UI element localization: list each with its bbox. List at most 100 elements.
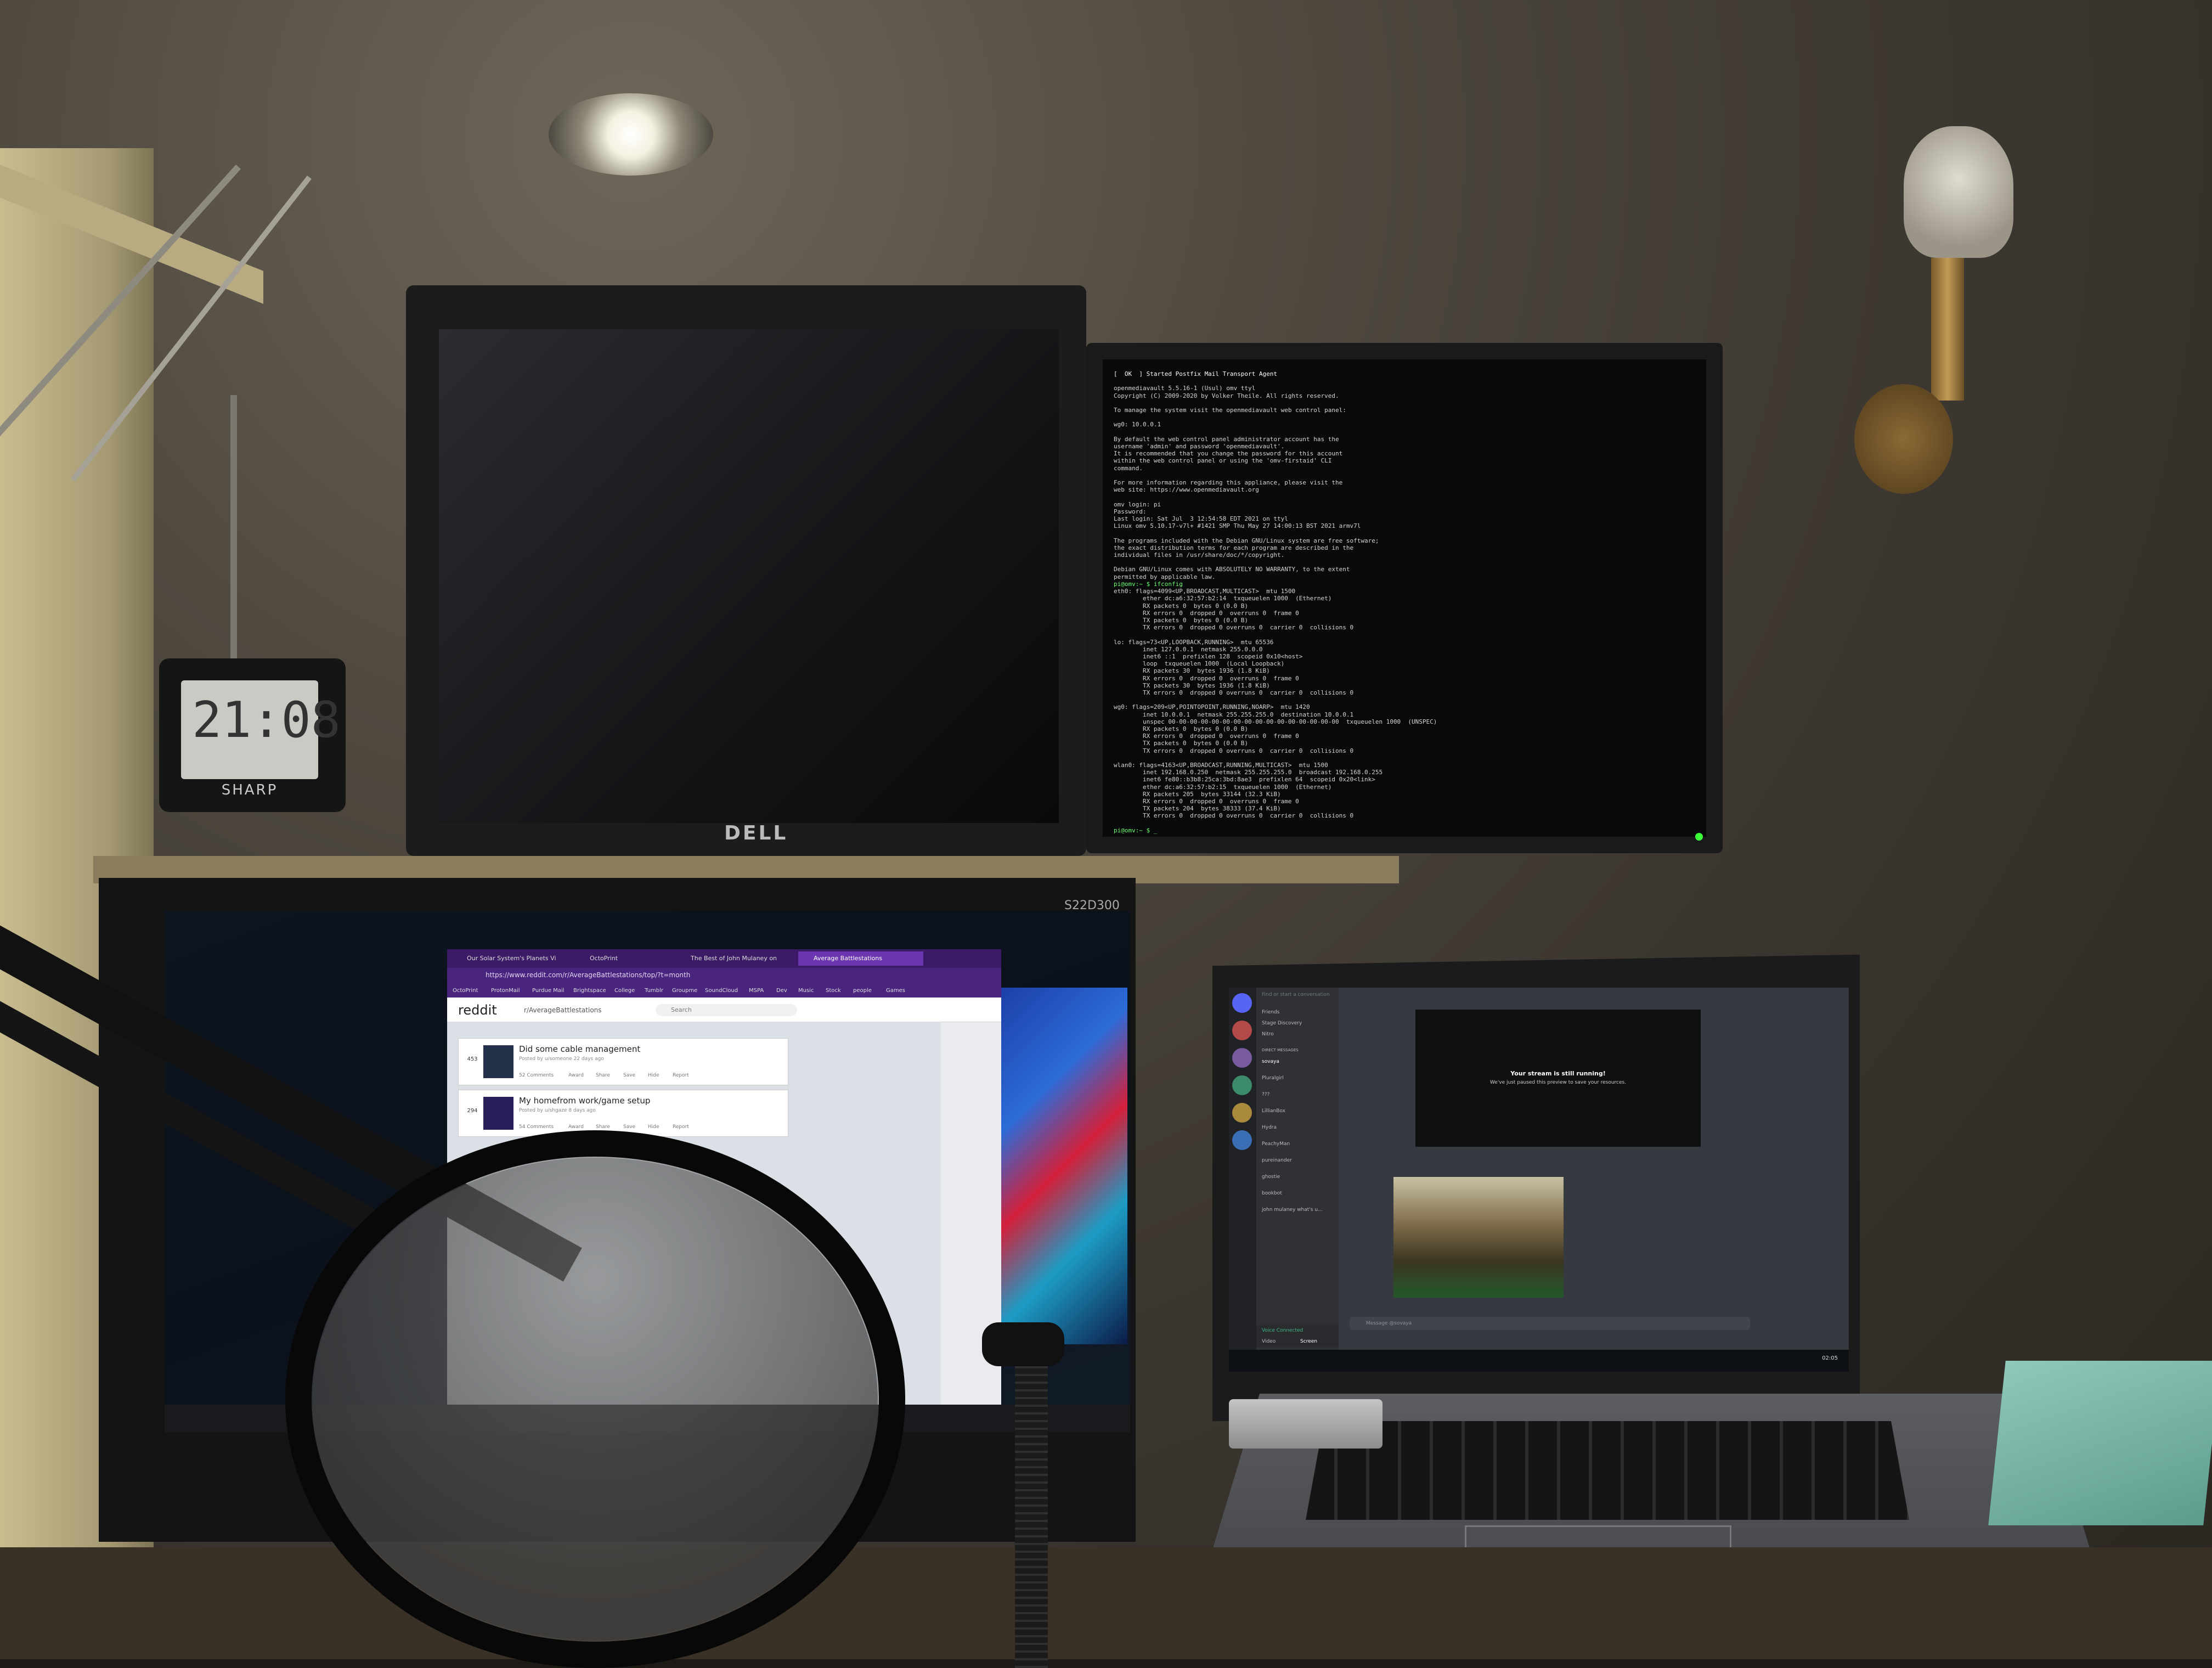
terminal-line: TX errors 0 dropped 0 overruns 0 carrier… [1114,624,1354,632]
report-button[interactable]: Report [673,1073,689,1078]
bookmark[interactable]: Purdue Mail [532,988,564,994]
server-icon[interactable] [1232,1103,1252,1123]
bookmark[interactable]: SoundCloud [705,988,738,994]
server-icon[interactable] [1232,1130,1252,1150]
bookmark[interactable]: College [614,988,635,994]
terminal-line: [ OK ] Started Postfix Mail Transport Ag… [1114,370,1278,377]
dm-item[interactable]: Hydra [1262,1125,1277,1130]
browser-tab[interactable]: OctoPrint [574,951,689,966]
comments-button[interactable]: 52 Comments [519,1073,554,1078]
dm-item[interactable]: PeachyMan [1262,1141,1290,1147]
bookmark[interactable]: Games [886,988,905,994]
terminal-line: web site: https://www.openmediavault.org [1114,486,1259,494]
terminal-line: RX errors 0 dropped 0 overruns 0 frame 0 [1114,674,1299,682]
bookmark[interactable]: ProtonMail [491,988,520,994]
hide-button[interactable]: Hide [648,1124,659,1130]
terminal-line: individual files in /usr/share/doc/*/cop… [1114,551,1285,559]
subreddit-dropdown[interactable]: r/AverageBattlestations [524,1006,602,1014]
terminal-line: RX errors 0 dropped 0 overruns 0 frame 0 [1114,732,1299,740]
terminal-line: Password: [1114,508,1147,515]
terminal-line: inet6 ::1 prefixlen 128 scopeid 0x10<hos… [1114,652,1303,660]
terminal-line: wg0: 10.0.0.1 [1114,421,1161,429]
screen-button[interactable]: Screen [1300,1339,1317,1344]
dm-section-header: DIRECT MESSAGES [1262,1048,1299,1052]
voice-status: Voice Connected [1262,1328,1304,1333]
stream-preview[interactable] [1415,1010,1701,1147]
hide-button[interactable]: Hide [648,1073,659,1078]
desk-surface [0,1547,2212,1659]
terminal-line: RX errors 0 dropped 0 overruns 0 frame 0 [1114,609,1299,617]
save-button[interactable]: Save [623,1073,635,1078]
post-title[interactable]: Did some cable management [519,1044,640,1054]
dm-item[interactable]: pureinander [1262,1158,1292,1163]
browser-tab-active[interactable]: Average Battlestations [798,951,923,966]
server-icon[interactable] [1232,1048,1252,1068]
bookmark[interactable]: Stock [826,988,841,994]
terminal-line: It is recommended that you change the pa… [1114,450,1343,458]
share-button[interactable]: Share [596,1073,610,1078]
terminal-line: TX packets 0 bytes 0 (0.0 B) [1114,616,1249,624]
terminal-line: By default the web control panel adminis… [1114,435,1339,443]
reddit-search-input[interactable]: Search [656,1004,797,1016]
dm-item[interactable]: Pluralgirl [1262,1075,1284,1081]
terminal-line: TX packets 204 bytes 38333 (37.4 KiB) [1114,805,1281,813]
bookmark[interactable]: Brightspace [573,988,606,994]
dm-item[interactable]: john mulaney what's u... [1262,1207,1323,1213]
message-input[interactable]: Message @sovaya [1350,1317,1750,1330]
bookmark[interactable]: Music [798,988,814,994]
report-button[interactable]: Report [673,1124,689,1130]
power-led [1695,833,1703,841]
server-icon[interactable] [1232,1021,1252,1040]
save-button[interactable]: Save [623,1124,635,1130]
address-bar[interactable]: https://www.reddit.com/r/AverageBattlest… [486,971,690,979]
bookmark[interactable]: people [853,988,872,994]
webcam-video-tile[interactable] [1393,1177,1564,1298]
bookmark[interactable]: Groupme [672,988,697,994]
bookmark[interactable]: Tumblr [645,988,663,994]
discord-home-icon[interactable] [1232,993,1252,1013]
laptop-taskbar[interactable]: 02:05 [1229,1350,1849,1372]
dm-item[interactable]: sovaya [1262,1059,1279,1064]
clock-time: 21:08 [192,691,341,749]
terminal-line: TX errors 0 dropped 0 overruns 0 carrier… [1114,689,1354,696]
terminal-line: RX packets 205 bytes 33144 (32.3 KiB) [1114,790,1281,798]
post-thumbnail[interactable] [483,1097,514,1130]
reddit-logo[interactable]: reddit [458,1002,497,1018]
post-card[interactable]: 294 My homefrom work/game setup Posted b… [458,1090,788,1137]
taskbar-clock: 02:05 [1822,1355,1838,1361]
dm-item[interactable]: bookbot [1262,1191,1282,1196]
discord-search-input[interactable]: Find or start a conversation [1262,992,1330,998]
nav-nitro[interactable]: Nitro [1262,1032,1274,1037]
post-title[interactable]: My homefrom work/game setup [519,1096,650,1106]
desktop-wallpaper-shapes [1001,988,1127,1344]
bookmark[interactable]: MSPA [749,988,764,994]
nav-friends[interactable]: Friends [1262,1010,1279,1015]
terminal-line: command. [1114,464,1143,472]
browser-tab[interactable]: Our Solar System's Planets Vi [452,951,588,966]
bookmark[interactable]: OctoPrint [453,988,478,994]
comments-button[interactable]: 54 Comments [519,1124,554,1130]
dell-logo: DELL [724,822,788,844]
dm-item[interactable]: ghostie [1262,1174,1280,1180]
terminal-line: openmediavault 5.5.16-1 (Usul) omv ttyl [1114,385,1256,392]
server-icon[interactable] [1232,1075,1252,1095]
dm-item[interactable]: ??? [1262,1092,1269,1097]
share-button[interactable]: Share [596,1124,610,1130]
terminal-line: TX errors 0 dropped 0 overruns 0 carrier… [1114,747,1354,754]
dm-item[interactable]: LillianBox [1262,1108,1285,1114]
bookmark[interactable]: Dev [776,988,787,994]
terminal-output[interactable]: [ OK ] Started Postfix Mail Transport Ag… [1114,370,1695,834]
browser-tab[interactable]: The Best of John Mulaney on [675,951,811,966]
video-button[interactable]: Video [1262,1339,1276,1344]
post-card[interactable]: 453 Did some cable management Posted by … [458,1038,788,1085]
terminal-line: omv login: pi [1114,500,1161,508]
award-button[interactable]: Award [568,1124,584,1130]
award-button[interactable]: Award [568,1073,584,1078]
post-thumbnail[interactable] [483,1045,514,1078]
nav-stage-discovery[interactable]: Stage Discovery [1262,1021,1302,1026]
